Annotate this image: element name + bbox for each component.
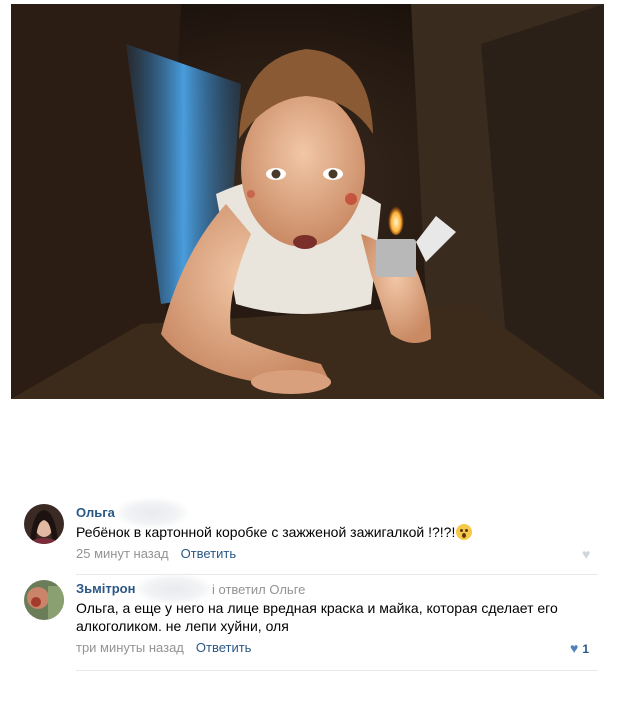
- replied-to[interactable]: і ответил Ольге: [212, 582, 305, 597]
- comment-time[interactable]: 25 минут назад: [76, 546, 169, 561]
- child-with-lighter-photo: [11, 4, 604, 399]
- user-avatar-icon: [24, 580, 64, 620]
- like-button[interactable]: ♥: [582, 546, 590, 562]
- post-photo[interactable]: [11, 4, 604, 399]
- avatar[interactable]: [24, 504, 64, 544]
- comment-text: Ребёнок в картонной коробке с зажженой з…: [76, 523, 596, 541]
- heart-icon: ♥: [582, 546, 591, 562]
- heart-icon: ♥: [570, 640, 579, 656]
- comment-time[interactable]: три минуты назад: [76, 640, 184, 655]
- like-button[interactable]: ♥ 1: [570, 640, 589, 656]
- comment-divider: [76, 670, 598, 671]
- like-count: 1: [582, 642, 589, 656]
- surprised-face-icon: [456, 524, 473, 540]
- comment-author[interactable]: Ольга: [76, 505, 115, 520]
- comment-text: Ольга, а еще у него на лице вредная крас…: [76, 600, 558, 634]
- reply-button[interactable]: Ответить: [181, 546, 237, 561]
- comment-author[interactable]: Зьмітрон: [76, 581, 135, 596]
- user-avatar-icon: [24, 504, 64, 544]
- avatar[interactable]: [24, 580, 64, 620]
- comment-text-content: Ребёнок в картонной коробке с зажженой з…: [76, 524, 456, 540]
- reply-button[interactable]: Ответить: [196, 640, 252, 655]
- comment-meta: три минуты назад Ответить: [76, 640, 251, 655]
- comment-meta: 25 минут назад Ответить: [76, 546, 236, 561]
